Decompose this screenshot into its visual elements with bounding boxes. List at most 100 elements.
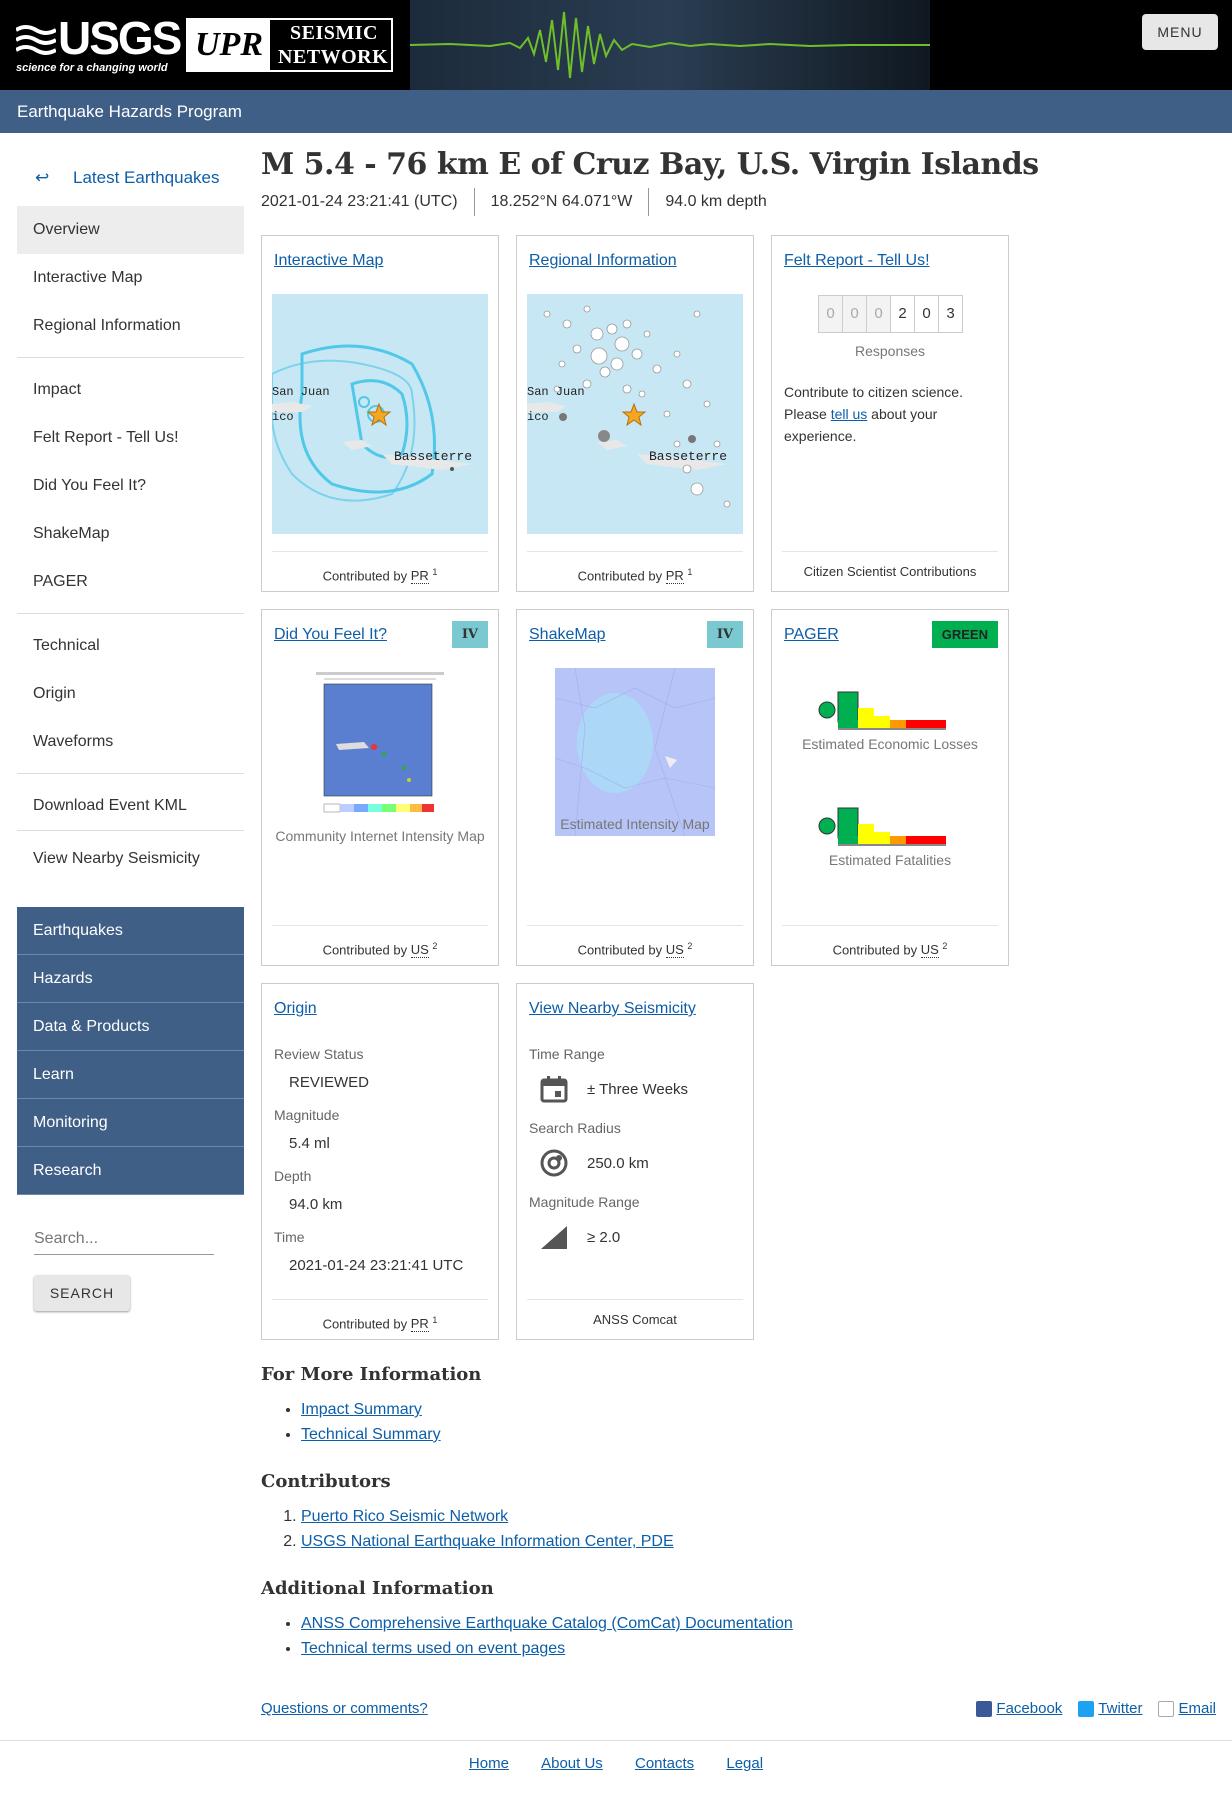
regional-info-card[interactable]: Regional Information San Juan ico Basset… (516, 235, 754, 592)
nav-hazards[interactable]: Hazards (17, 955, 244, 1003)
footer-nav: Home About Us Contacts Legal (0, 1755, 1232, 1772)
search-input[interactable] (34, 1223, 214, 1255)
sidebar-item-origin[interactable]: Origin (17, 670, 244, 718)
sidebar-divider (17, 357, 244, 358)
nav-research[interactable]: Research (17, 1147, 244, 1195)
felt-report-link[interactable]: Felt Report - Tell Us! (784, 252, 930, 270)
questions-link[interactable]: Questions or comments? (261, 1700, 428, 1717)
tell-us-link[interactable]: tell us (831, 406, 868, 422)
map-label-basseterre: Basseterre (649, 449, 727, 464)
footer-about-link[interactable]: About Us (541, 1755, 603, 1772)
contributor-source[interactable]: US (665, 942, 684, 959)
contributors-heading: Contributors (261, 1471, 391, 1492)
sidebar-item-technical[interactable]: Technical (17, 622, 244, 670)
email-share-link[interactable]: Email (1158, 1700, 1216, 1717)
nearby-seismicity-link[interactable]: View Nearby Seismicity (529, 1000, 696, 1018)
contributor-prefix: Contributed by (577, 942, 666, 958)
interactive-map-card[interactable]: Interactive Map San Juan ico Basseterre … (261, 235, 499, 592)
comcat-documentation-link[interactable]: ANSS Comprehensive Earthquake Catalog (C… (301, 1615, 793, 1632)
sidebar-divider (17, 613, 244, 614)
contributor-prefix: Contributed by (577, 568, 666, 584)
technical-terms-link[interactable]: Technical terms used on event pages (301, 1640, 565, 1657)
map-label-san-juan: San Juan (527, 385, 585, 399)
upr-seismic-network-logo[interactable]: UPR SEISMIC NETWORK (186, 18, 393, 72)
contributor-footnote: 1 (687, 567, 693, 577)
contributor-source[interactable]: PR (410, 1316, 429, 1333)
sidebar-item-shakemap[interactable]: ShakeMap (17, 510, 244, 558)
event-location: 18.252°N 64.071°W (473, 188, 649, 216)
impact-summary-link[interactable]: Impact Summary (301, 1401, 422, 1418)
origin-card[interactable]: Origin Review Status REVIEWED Magnitude … (261, 983, 499, 1340)
sidebar-nav: ↩ Latest Earthquakes Overview Interactive… (17, 150, 244, 1311)
sidebar-item-regional-information[interactable]: Regional Information (17, 302, 244, 350)
usgs-waves-icon (16, 25, 56, 55)
program-bar[interactable]: Earthquake Hazards Program (0, 90, 1232, 133)
usgs-logo[interactable]: USGS science for a changing world (14, 14, 182, 74)
sidebar-divider (17, 830, 244, 831)
twitter-share-link[interactable]: Twitter (1078, 1700, 1142, 1717)
time-range-row: ± Three Weeks (539, 1074, 743, 1104)
sidebar-item-impact[interactable]: Impact (17, 366, 244, 414)
latest-earthquakes-link[interactable]: ↩ Latest Earthquakes (17, 150, 244, 206)
dyfi-link[interactable]: Did You Feel It? (274, 626, 387, 644)
contributor-source[interactable]: PR (410, 568, 429, 585)
footer-legal-link[interactable]: Legal (726, 1755, 763, 1772)
search-button[interactable]: SEARCH (34, 1275, 130, 1311)
sidebar-item-interactive-map[interactable]: Interactive Map (17, 254, 244, 302)
nav-earthquakes[interactable]: Earthquakes (17, 907, 244, 955)
pager-card[interactable]: PAGER GREEN Estimated Economic Losses Es… (771, 609, 1009, 966)
contributor-footnote: 1 (432, 567, 438, 577)
sidebar-item-dyfi[interactable]: Did You Feel It? (17, 462, 244, 510)
sidebar-item-download-kml[interactable]: Download Event KML (17, 782, 244, 830)
sidebar-item-nearby-seismicity[interactable]: View Nearby Seismicity (17, 835, 244, 883)
sidebar-item-overview[interactable]: Overview (17, 206, 244, 254)
contributor-source[interactable]: PR (665, 568, 684, 585)
interactive-map-graphic: San Juan ico Basseterre (272, 294, 488, 534)
site-header: USGS science for a changing world UPR SE… (0, 0, 1232, 90)
interactive-map-link[interactable]: Interactive Map (274, 252, 383, 270)
dyfi-map-graphic (314, 668, 446, 820)
magnitude-label: Magnitude (274, 1107, 340, 1123)
shakemap-card[interactable]: ShakeMap IV Estimated Intensity Map Cont… (516, 609, 754, 966)
nav-monitoring[interactable]: Monitoring (17, 1099, 244, 1147)
dyfi-card[interactable]: Did You Feel It? IV Community Internet I… (261, 609, 499, 966)
technical-summary-link[interactable]: Technical Summary (301, 1426, 441, 1443)
facebook-share-link[interactable]: Facebook (976, 1700, 1062, 1717)
contributor-source[interactable]: US (410, 942, 429, 959)
nav-data-products[interactable]: Data & Products (17, 1003, 244, 1051)
shakemap-thumbnail[interactable] (554, 667, 716, 837)
sidebar-item-pager[interactable]: PAGER (17, 558, 244, 606)
menu-button[interactable]: MENU (1142, 14, 1218, 50)
program-title[interactable]: Earthquake Hazards Program (17, 102, 242, 121)
regional-map-thumbnail[interactable]: San Juan ico Basseterre (527, 294, 743, 534)
shakemap-link[interactable]: ShakeMap (529, 626, 606, 644)
pager-contributor: Contributed by US 2 (782, 925, 998, 965)
felt-report-card[interactable]: Felt Report - Tell Us! 0 0 0 2 0 3 Respo… (771, 235, 1009, 592)
origin-contributor: Contributed by PR 1 (272, 1299, 488, 1339)
map-label-san-juan: San Juan (272, 385, 330, 399)
footer-contacts-link[interactable]: Contacts (635, 1755, 694, 1772)
facebook-label: Facebook (996, 1700, 1063, 1717)
contributor-link-neic[interactable]: USGS National Earthquake Information Cen… (301, 1533, 674, 1550)
nav-learn[interactable]: Learn (17, 1051, 244, 1099)
time-range-value: ± Three Weeks (587, 1080, 689, 1098)
footer-home-link[interactable]: Home (469, 1755, 509, 1772)
shakemap-intensity-badge: IV (706, 621, 743, 648)
nearby-seismicity-card[interactable]: View Nearby Seismicity Time Range ± Thre… (516, 983, 754, 1340)
usgs-wordmark: USGS (58, 12, 182, 64)
responses-label: Responses (854, 343, 926, 359)
contributor-source[interactable]: US (920, 942, 939, 959)
origin-link[interactable]: Origin (274, 1000, 317, 1018)
magnitude-value: 5.4 ml (289, 1135, 330, 1152)
response-digit: 0 (914, 295, 939, 333)
regional-info-link[interactable]: Regional Information (529, 252, 677, 270)
contributor-prefix: Contributed by (832, 942, 921, 958)
interactive-map-thumbnail[interactable]: San Juan ico Basseterre (272, 294, 488, 534)
contributor-link-prsn[interactable]: Puerto Rico Seismic Network (301, 1508, 508, 1525)
dyfi-map-thumbnail[interactable] (314, 668, 446, 820)
nearby-seismicity-details: Time Range ± Three Weeks Search Radius 2… (529, 1046, 743, 1268)
map-label-ico: ico (272, 410, 294, 424)
pager-link[interactable]: PAGER (784, 626, 839, 644)
sidebar-item-felt-report[interactable]: Felt Report - Tell Us! (17, 414, 244, 462)
sidebar-item-waveforms[interactable]: Waveforms (17, 718, 244, 766)
